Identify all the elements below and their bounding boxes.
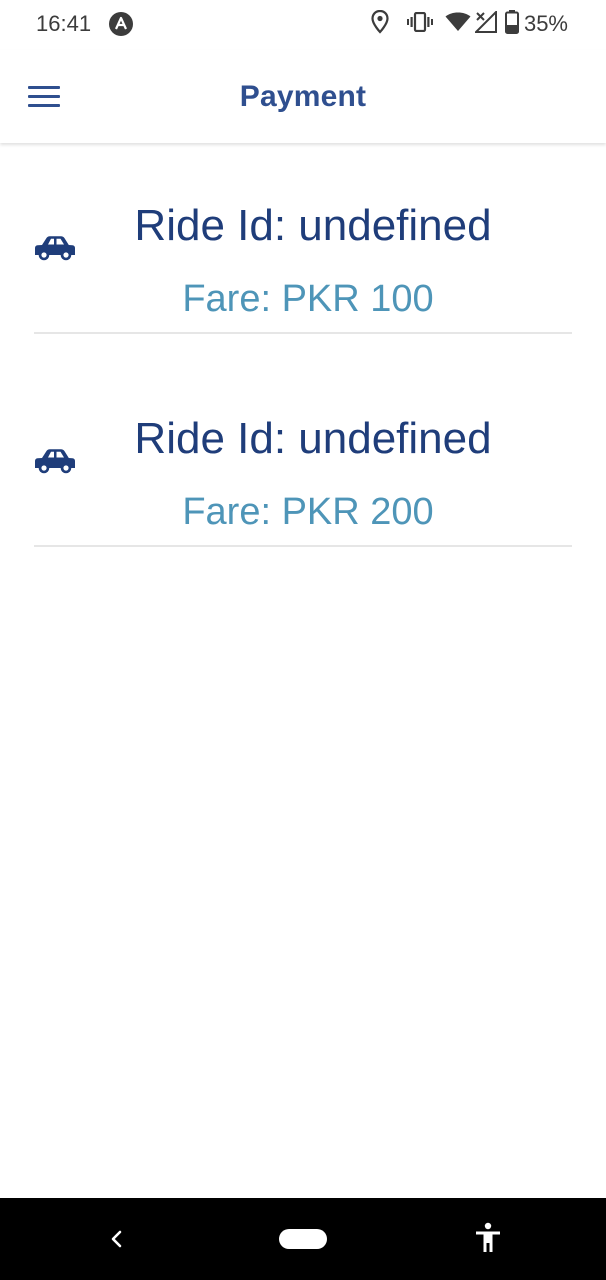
ride-id-label: Ride Id: undefined	[134, 201, 492, 250]
ride-list: Ride Id: undefined Fare: PKR 100 Ride Id…	[0, 143, 606, 569]
battery-icon	[504, 9, 519, 39]
app-header: Payment	[0, 50, 606, 143]
wifi-icon	[445, 12, 471, 37]
system-navigation-bar	[0, 1198, 606, 1280]
ride-list-item[interactable]: Ride Id: undefined Fare: PKR 100	[0, 143, 606, 356]
location-icon	[371, 9, 389, 39]
home-pill-icon[interactable]	[279, 1229, 327, 1249]
battery-percent: 35%	[523, 11, 568, 36]
ride-fare-label: Fare: PKR 100	[182, 278, 434, 320]
vibrate-icon	[406, 11, 433, 37]
back-chevron-icon[interactable]	[107, 1227, 127, 1251]
status-time: 16:41	[36, 11, 92, 36]
app-notification-icon	[109, 12, 133, 36]
ride-fare-label: Fare: PKR 200	[182, 491, 434, 533]
ride-divider	[34, 332, 572, 334]
status-bar: 16:41 35%	[0, 0, 606, 50]
accessibility-icon[interactable]	[474, 1222, 502, 1254]
screen: 16:41 35% Payment Ride Id: undefined Far…	[0, 0, 606, 1280]
signal-icon	[473, 9, 497, 38]
ride-list-item[interactable]: Ride Id: undefined Fare: PKR 200	[0, 356, 606, 569]
ride-divider	[34, 545, 572, 547]
status-icons: 35%	[361, 9, 568, 39]
ride-id-label: Ride Id: undefined	[134, 414, 492, 463]
page-title: Payment	[239, 80, 367, 113]
